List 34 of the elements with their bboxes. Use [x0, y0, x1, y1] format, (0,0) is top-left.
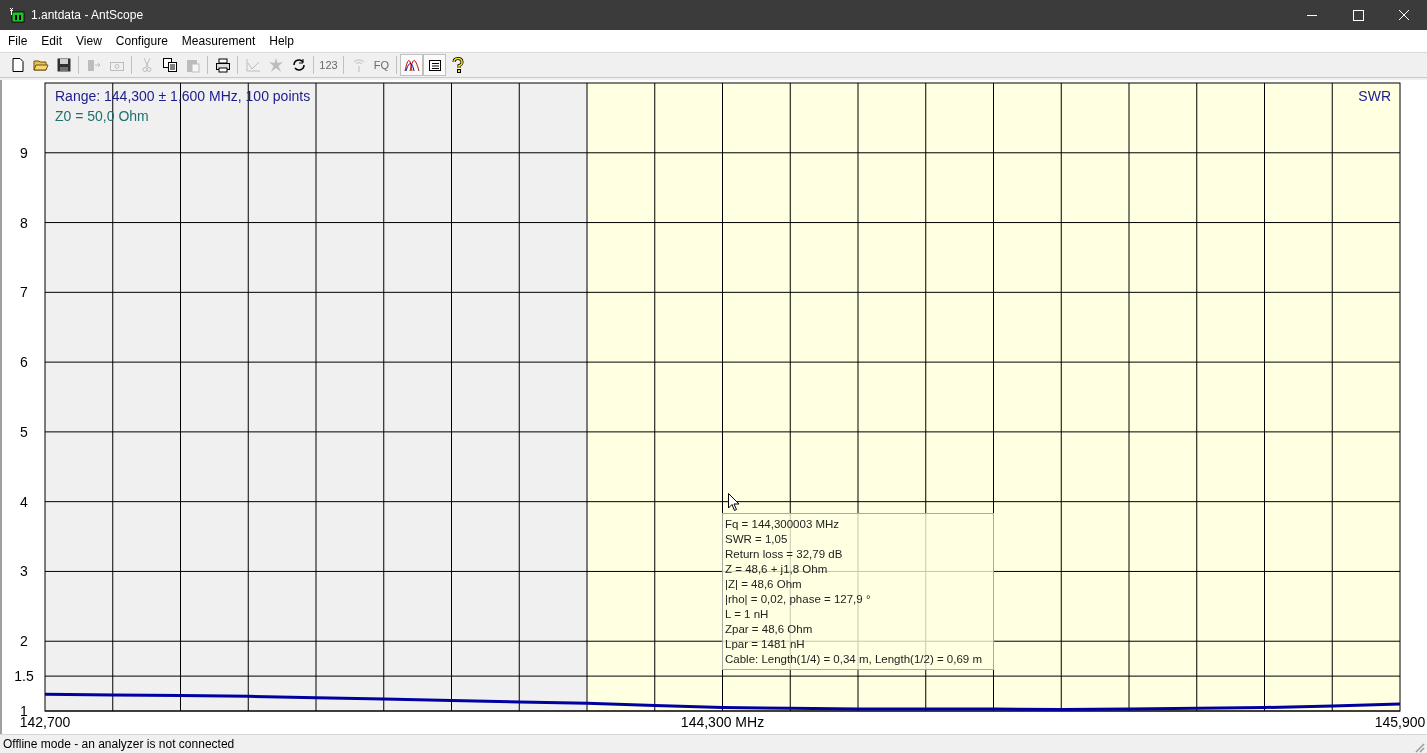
menu-item[interactable]: Measurement: [174, 34, 263, 48]
tooltip-line: L = 1 nH: [725, 607, 770, 622]
menu-item[interactable]: Edit: [34, 34, 70, 48]
y-axis-label: 5: [20, 423, 28, 440]
menu-item[interactable]: View: [69, 34, 109, 48]
menu-item[interactable]: File: [1, 34, 35, 48]
status-text: Offline mode - an analyzer is not connected: [3, 737, 235, 751]
tooltip-line: Lpar = 1481 nH: [725, 637, 806, 652]
y-axis-label: 4: [20, 493, 28, 510]
y-axis-label: 9: [20, 144, 28, 161]
y-axis-label: 6: [20, 354, 28, 371]
tooltip-line: Zpar = 48,6 Ohm: [725, 622, 814, 637]
resize-grip-icon[interactable]: [1413, 741, 1425, 753]
x-axis-label: 145,900: [1374, 714, 1425, 730]
tooltip-line: Cable: Length(1/4) = 0,34 m, Length(1/2) = 0,69 m: [725, 652, 983, 667]
x-axis-label: 144,300 MHz: [680, 714, 765, 730]
tooltip-line: Fq = 144,300003 MHz: [725, 517, 841, 532]
y-axis-label: 3: [20, 563, 28, 580]
menu-item[interactable]: Help: [262, 34, 301, 48]
window-title: 1.antdata - AntScope: [31, 8, 145, 22]
curves-icon[interactable]: [400, 54, 423, 76]
tooltip-line: |rho| = 0,02, phase = 127,9 °: [725, 592, 872, 607]
tooltip-line: SWR = 1,05: [725, 532, 789, 547]
menu-item[interactable]: Configure: [108, 34, 175, 48]
y-axis-label: 7: [20, 284, 28, 301]
y-axis-label: 1.5: [14, 668, 34, 685]
list-icon[interactable]: [423, 54, 446, 76]
chart-mode-label: SWR: [1358, 88, 1391, 104]
tooltip-line: Z = 48,6 + j1,8 Ohm: [725, 562, 829, 577]
y-axis-label: 2: [20, 633, 28, 650]
app-icon: [9, 7, 25, 23]
tooltip-line: Return loss = 32,79 dB: [725, 547, 844, 562]
tooltip-line: |Z| = 48,6 Ohm: [725, 577, 803, 592]
y-axis-label: 8: [20, 214, 28, 231]
